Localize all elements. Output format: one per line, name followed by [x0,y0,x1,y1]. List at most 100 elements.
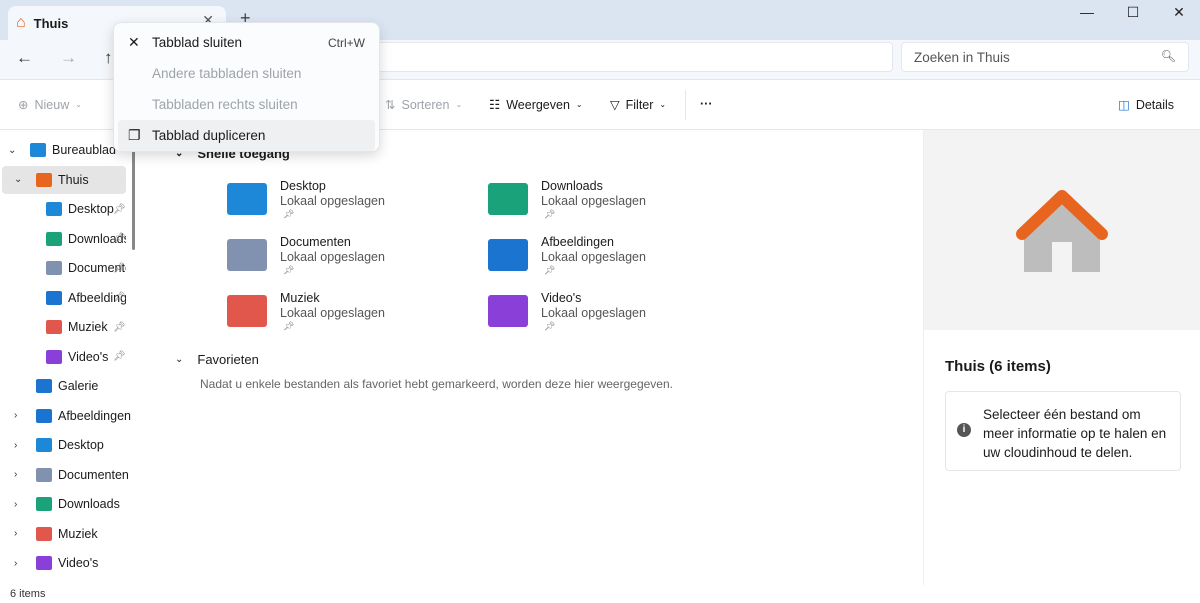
sidebar-item[interactable]: › Documenten [0,461,135,489]
menu-label: Andere tabbladen sluiten [152,66,302,81]
favorites-header[interactable]: ⌄ Favorieten [175,352,259,367]
chevron-right-icon[interactable]: › [14,410,17,421]
sidebar-item-label: Afbeeldingen [58,408,131,423]
folder-icon [227,183,267,215]
menu-item-duplicate-tab[interactable]: ❐ Tabblad dupliceren [118,120,375,151]
sidebar-item-label: Desktop [58,438,104,452]
sidebar-item-label: Galerie [58,379,99,393]
quick-access-item[interactable]: Documenten Lokaal opgeslagen 📌︎ [227,235,487,285]
chevron-down-icon[interactable]: ⌄ [14,174,22,185]
quick-access-item[interactable]: Downloads Lokaal opgeslagen 📌︎ [488,179,748,229]
sidebar-item[interactable]: Desktop 📌︎ [0,195,135,223]
folder-icon [36,467,52,482]
new-label: Nieuw [34,97,70,112]
menu-item-close-tabs-right[interactable]: Tabbladen rechts sluiten [118,89,375,120]
view-icon: ☷ [489,98,501,112]
pin-icon: 📌︎ [283,321,295,331]
new-button[interactable]: ⊕ Nieuw ⌄ [18,97,82,113]
folder-icon [227,295,267,327]
close-window-button[interactable]: ✕ [1156,4,1200,21]
chevron-down-icon: ⌄ [575,100,583,109]
folder-icon [36,379,52,393]
sidebar-item[interactable]: Downloads 📌︎ [0,225,135,253]
chevron-down-icon: ⌄ [659,100,667,109]
chevron-right-icon[interactable]: › [14,469,17,480]
folder-icon [488,239,528,271]
sidebar-item[interactable]: Galerie [0,372,135,400]
pin-icon: 📌︎ [113,262,126,274]
chevron-down-icon: ⌄ [75,100,82,109]
navigation-pane: ⌄ Bureaublad ⌄ Thuis Desktop 📌︎ Downloads 📌︎ Doc… [0,130,135,585]
sidebar-item[interactable]: › Afbeeldingen [0,402,135,430]
item-status: Lokaal opgeslagen [541,194,646,208]
folder-icon [30,143,46,157]
quick-access-item[interactable]: Afbeeldingen Lokaal opgeslagen 📌︎ [488,235,748,285]
folder-icon [46,231,62,246]
pin-icon: 📌︎ [113,321,126,333]
shortcut: Ctrl+W [328,35,365,50]
item-name: Desktop [280,179,326,193]
chevron-down-icon: ⌄ [175,354,184,365]
search-icon: 🔍︎ [1160,49,1176,63]
item-status: Lokaal opgeslagen [280,250,385,264]
maximize-button[interactable]: ☐ [1110,4,1156,21]
menu-item-close-other-tabs[interactable]: Andere tabbladen sluiten [118,58,375,89]
sidebar-scrollbar[interactable] [132,140,135,250]
view-button[interactable]: ☷ Weergeven ⌄ [489,97,583,113]
chevron-right-icon[interactable]: › [14,528,17,539]
chevron-right-icon[interactable]: › [14,558,17,569]
chevron-right-icon[interactable]: › [14,440,17,451]
sidebar-item[interactable]: Video's 📌︎ [0,343,135,371]
close-icon: ✕ [128,34,140,50]
info-icon: i [957,423,971,437]
item-name: Muziek [280,291,320,305]
sidebar-item[interactable]: Documenten📌︎ [0,254,135,282]
pin-icon: 📌︎ [544,209,556,219]
quick-access-item[interactable]: Muziek Lokaal opgeslagen 📌︎ [227,291,487,341]
sidebar-item[interactable]: › Downloads [0,490,135,518]
chevron-down-icon: ⌄ [455,100,463,109]
sidebar-item[interactable]: Muziek 📌︎ [0,313,135,341]
filter-button[interactable]: ▽ Filter ⌄ [610,97,667,113]
pin-icon: 📌︎ [283,265,295,275]
sort-button[interactable]: ⇅ Sorteren ⌄ [385,97,463,113]
sidebar-item[interactable]: ⌄ Thuis [2,165,126,194]
forward-button[interactable]: → [60,48,77,68]
folder-icon [46,202,62,216]
quick-access-item[interactable]: Desktop Lokaal opgeslagen 📌︎ [227,179,487,229]
home-large-icon [1016,190,1108,272]
chevron-right-icon[interactable]: › [14,499,17,510]
sidebar-item[interactable]: Afbeeldingen📌︎ [0,284,135,312]
path-input[interactable] [360,42,893,72]
item-status: Lokaal opgeslagen [541,306,646,320]
sidebar-item[interactable]: › Muziek [0,520,135,548]
up-button[interactable]: ↑ [104,48,113,68]
status-bar: 6 items [0,585,1200,603]
preview-area [924,130,1200,330]
folder-icon [46,349,62,364]
item-name: Documenten [280,235,351,249]
details-button[interactable]: ◫ Details [1118,97,1174,113]
filter-label: Filter [625,97,654,112]
filter-icon: ▽ [610,98,620,112]
more-button[interactable]: ··· [700,97,713,111]
search-input[interactable]: Zoeken in Thuis 🔍︎ [901,42,1189,72]
quick-access-item[interactable]: Video's Lokaal opgeslagen 📌︎ [488,291,748,341]
sidebar-item-label: Desktop [68,202,114,216]
chevron-down-icon[interactable]: ⌄ [8,145,16,156]
sidebar-item[interactable]: › Desktop [0,431,135,459]
duplicate-icon: ❐ [128,127,141,143]
minimize-button[interactable]: — [1064,4,1110,20]
sidebar-item-label: Muziek [58,526,98,541]
pin-icon: 📌︎ [113,292,126,303]
pin-icon: 📌︎ [113,233,126,244]
item-name: Afbeeldingen [541,235,614,249]
back-button[interactable]: ← [16,48,33,68]
menu-item-close-tab[interactable]: ✕ Tabblad sluiten Ctrl+W [118,27,375,58]
tab-context-menu: ✕ Tabblad sluiten Ctrl+W Andere tabbladen … [113,22,380,152]
folder-icon [36,408,52,423]
details-info-text: Selecteer één bestand om meer informatie… [983,407,1167,460]
sidebar-item[interactable]: › Video's [0,549,135,577]
sort-label: Sorteren [401,97,450,112]
folder-icon [488,183,528,215]
